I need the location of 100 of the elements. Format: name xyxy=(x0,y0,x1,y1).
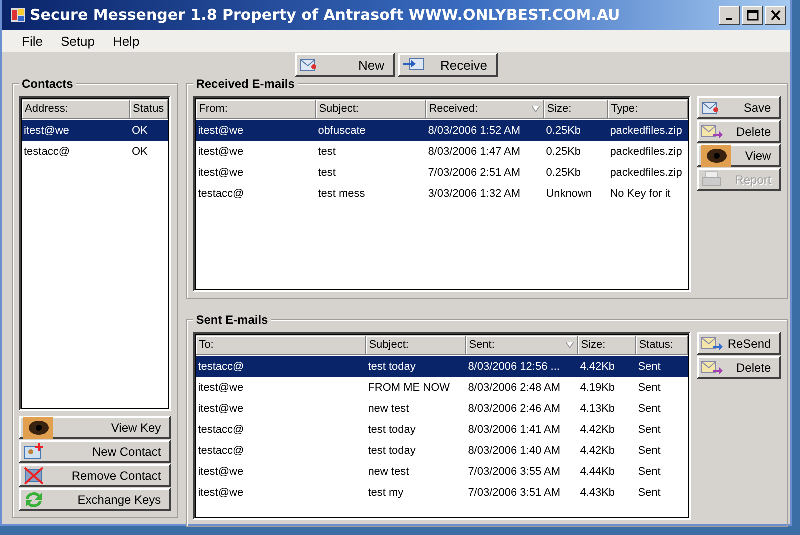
table-cell-text: test xyxy=(317,146,337,158)
table-cell-text: packedfiles.zip xyxy=(609,124,684,136)
table-cell-text: Sent xyxy=(637,444,662,456)
menu-item[interactable]: File xyxy=(16,34,49,48)
table-cell-text: Sent xyxy=(637,424,662,436)
table-cell-text: Sent xyxy=(637,382,662,394)
table-cell-text: testacc@ xyxy=(197,424,246,436)
table-cell-text: test mess xyxy=(317,188,366,200)
table-cell-text: 8/03/2006 1:52 AM xyxy=(427,124,522,136)
column-header[interactable]: Subject: xyxy=(316,100,426,118)
table-cell-text: FROM ME NOW xyxy=(367,382,452,394)
column-header[interactable]: To: xyxy=(196,336,366,354)
table-cell-text: Sent xyxy=(637,360,662,372)
table-cell-text: itest@we xyxy=(197,124,245,136)
list-row[interactable]: itest@we new test 7/03/2006 3:55 AM 4.44Kb Sent xyxy=(195,461,690,482)
printer-icon xyxy=(701,170,724,190)
contact-card-icon xyxy=(23,442,45,462)
cross-icon xyxy=(23,466,45,486)
table-cell-text: OK xyxy=(131,124,149,136)
list-row[interactable]: itest@we test 8/03/2006 1:47 AM 0.25Kb packedfiles.zip xyxy=(195,141,690,162)
table-cell-text: 3/03/2006 1:32 AM xyxy=(427,188,522,200)
table-cell-text: 8/03/2006 2:48 AM xyxy=(467,382,562,394)
table-cell-text: itest@we xyxy=(23,124,70,136)
column-header[interactable]: Status: xyxy=(636,336,688,354)
sort-arrow-icon xyxy=(532,106,540,112)
action-button[interactable]: View xyxy=(697,144,782,167)
column-header[interactable]: From: xyxy=(196,100,316,118)
table-cell-text: OK xyxy=(131,146,149,158)
table-cell-text: new test xyxy=(367,402,410,414)
column-header[interactable]: Address: xyxy=(22,100,130,118)
table-cell-text: testacc@ xyxy=(197,444,246,456)
list-row[interactable]: testacc@ test today 8/03/2006 12:56 ... 4.42Kb Sent xyxy=(195,356,690,377)
column-header[interactable]: Subject: xyxy=(366,336,466,354)
action-button[interactable]: Save xyxy=(697,96,782,119)
table-cell-text: testacc@ xyxy=(23,146,72,158)
list-row[interactable]: testacc@ test mess 3/03/2006 1:32 AM Unknown No Key for it xyxy=(195,183,690,204)
table-cell-text: 0.25Kb xyxy=(545,166,582,178)
envelope-arrow-icon xyxy=(701,122,724,140)
table-cell-text: 7/03/2006 3:51 AM xyxy=(467,486,562,498)
eye-icon xyxy=(23,416,53,438)
table-cell-text: itest@we xyxy=(197,382,245,394)
action-button[interactable]: New Contact xyxy=(19,440,172,463)
table-cell-text: 4.43Kb xyxy=(579,486,616,498)
table-cell-text: 8/03/2006 2:46 AM xyxy=(467,402,562,414)
table-cell-text: 8/03/2006 1:40 AM xyxy=(467,444,562,456)
group-title: Contacts xyxy=(19,77,76,91)
table-cell-text: itest@we xyxy=(197,146,245,158)
table-cell-text: 8/03/2006 1:41 AM xyxy=(467,424,562,436)
table-cell-text: new test xyxy=(367,466,410,478)
table-cell-text: packedfiles.zip xyxy=(609,146,684,158)
list-row[interactable]: testacc@ test today 8/03/2006 1:41 AM 4.42Kb Sent xyxy=(195,419,690,440)
list-row[interactable]: itest@we test 7/03/2006 2:51 AM 0.25Kb packedfiles.zip xyxy=(195,162,690,183)
table-cell-text: 7/03/2006 2:51 AM xyxy=(427,166,522,178)
action-button[interactable]: View Key xyxy=(19,416,172,439)
action-button[interactable]: Receive xyxy=(398,53,498,77)
action-button[interactable]: Delete xyxy=(697,120,782,143)
table-cell-text: No Key for it xyxy=(609,188,672,200)
maximize-icon[interactable] xyxy=(742,6,763,24)
action-button[interactable]: New xyxy=(294,53,394,77)
list-row[interactable]: itest@we FROM ME NOW 8/03/2006 2:48 AM 4.19Kb Sent xyxy=(195,377,690,398)
menu-item[interactable]: Setup xyxy=(54,34,101,48)
list-row[interactable]: itest@we OK xyxy=(21,120,170,141)
table-cell-text: Sent xyxy=(637,486,662,498)
table-cell-text: Unknown xyxy=(545,188,594,200)
action-button[interactable]: Exchange Keys xyxy=(19,488,172,511)
app-icon xyxy=(10,7,26,23)
list-row[interactable]: itest@we obfuscate 8/03/2006 1:52 AM 0.25Kb packedfiles.zip xyxy=(195,120,690,141)
list-row[interactable]: testacc@ test today 8/03/2006 1:40 AM 4.42Kb Sent xyxy=(195,440,690,461)
column-header[interactable]: Status xyxy=(130,100,168,118)
minimize-icon[interactable] xyxy=(719,6,740,24)
arrows-icon xyxy=(23,490,45,510)
sort-arrow-icon xyxy=(566,342,574,348)
table-cell-text: 8/03/2006 1:47 AM xyxy=(427,146,522,158)
action-button[interactable]: ReSend xyxy=(697,332,782,355)
table-cell-text: itest@we xyxy=(197,402,245,414)
table-cell-text: 0.25Kb xyxy=(545,124,582,136)
column-header[interactable]: Type: xyxy=(608,100,688,118)
column-header[interactable]: Received: xyxy=(426,100,544,118)
column-header[interactable]: Size: xyxy=(544,100,608,118)
menu-item[interactable]: Help xyxy=(106,34,146,48)
table-cell-text: itest@we xyxy=(197,166,245,178)
action-button[interactable]: Remove Contact xyxy=(19,464,172,487)
list-row[interactable]: itest@we new test 8/03/2006 2:46 AM 4.13Kb Sent xyxy=(195,398,690,419)
envelope-arrow-icon xyxy=(701,358,724,376)
table-cell-text: Sent xyxy=(637,402,662,414)
action-button[interactable]: Delete xyxy=(697,356,782,379)
table-cell-text: obfuscate xyxy=(317,124,367,136)
table-cell-text: 4.42Kb xyxy=(579,424,616,436)
table-cell-text: testacc@ xyxy=(197,188,246,200)
table-cell-text: 4.42Kb xyxy=(579,444,616,456)
column-header[interactable]: Sent: xyxy=(466,336,578,354)
table-cell-text: test today xyxy=(367,360,417,372)
list-row[interactable]: testacc@ OK xyxy=(21,141,170,162)
eye-icon xyxy=(701,144,732,166)
close-icon[interactable] xyxy=(765,6,786,24)
envelope-arrow-icon xyxy=(701,334,724,352)
table-cell-text: testacc@ xyxy=(197,360,246,372)
list-row[interactable]: itest@we test my 7/03/2006 3:51 AM 4.43Kb Sent xyxy=(195,482,690,503)
table-cell-text: 4.42Kb xyxy=(579,360,616,372)
column-header[interactable]: Size: xyxy=(578,336,636,354)
